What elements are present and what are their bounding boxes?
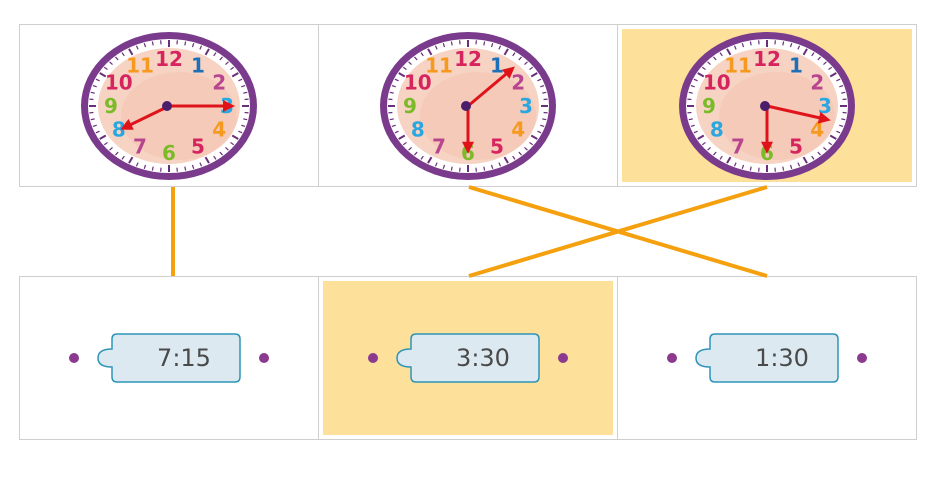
time-card-2[interactable]: 3:30: [319, 277, 618, 439]
clock-card-1[interactable]: 121234567891011: [20, 25, 319, 186]
clock-tick: [90, 117, 95, 120]
clock-center-pin: [461, 100, 471, 111]
clock-tick: [782, 40, 785, 45]
connection-line[interactable]: [468, 185, 768, 278]
time-tag-2: 3:30: [368, 330, 568, 386]
clock-3: 121234567891011: [679, 31, 855, 180]
time-row: 7:15 3:30 1:30: [19, 276, 917, 440]
time-tag-1: 7:15: [69, 330, 269, 386]
clock-number: 1: [490, 53, 504, 77]
time-text: 1:30: [755, 344, 809, 372]
clock-tick: [450, 40, 453, 45]
clock-tick: [542, 117, 547, 120]
connection-line[interactable]: [468, 185, 768, 278]
time-card-3[interactable]: 1:30: [618, 277, 916, 439]
clock-tick: [243, 117, 248, 120]
time-card-1[interactable]: 7:15: [20, 277, 319, 439]
clock-number: 9: [104, 94, 118, 118]
clock-tick: [688, 91, 693, 94]
time-tag-3: 1:30: [667, 330, 867, 386]
clock-number: 6: [162, 141, 176, 165]
clock-number: 7: [731, 134, 745, 158]
clock-number: 4: [212, 117, 226, 141]
clock-number: 12: [155, 47, 183, 71]
clock-number: 2: [212, 70, 226, 94]
clock-tick: [243, 91, 248, 94]
connector-dot-left[interactable]: [368, 353, 378, 363]
clock-row: 121234567891011 121234567891011 12123456…: [19, 24, 917, 187]
clock-center-pin: [760, 100, 770, 111]
clock-1: 121234567891011: [81, 31, 257, 180]
clock-card-2[interactable]: 121234567891011: [319, 25, 618, 186]
clock-number: 1: [191, 53, 205, 77]
clock-tick: [483, 40, 486, 45]
clock-tick: [184, 166, 187, 171]
clock-center-pin: [162, 100, 172, 111]
clock-number: 4: [511, 117, 525, 141]
time-label-box: 7:15: [97, 333, 241, 383]
clock-tick: [151, 166, 154, 171]
clock-number: 12: [753, 47, 781, 71]
clock-tick: [483, 166, 486, 171]
clock-number: 7: [432, 134, 446, 158]
clock-card-3[interactable]: 121234567891011: [618, 25, 916, 186]
clock-number: 9: [403, 94, 417, 118]
clock-number: 11: [425, 53, 453, 77]
clock-tick: [184, 40, 187, 45]
time-label-box: 1:30: [695, 333, 839, 383]
time-text: 3:30: [456, 344, 510, 372]
connector-dot-left[interactable]: [667, 353, 677, 363]
clock-2: 121234567891011: [380, 31, 556, 180]
connector-dot-left[interactable]: [69, 353, 79, 363]
clock-number: 9: [702, 94, 716, 118]
clock-tick: [749, 40, 752, 45]
clock-tick: [450, 166, 453, 171]
clock-number: 7: [133, 134, 147, 158]
clock-tick: [90, 91, 95, 94]
clock-tick: [151, 40, 154, 45]
clock-tick: [389, 91, 394, 94]
clock-tick: [782, 166, 785, 171]
clock-tick: [841, 91, 846, 94]
clock-number: 8: [710, 117, 724, 141]
clock-number: 5: [490, 134, 504, 158]
clock-number: 2: [810, 70, 824, 94]
clock-number: 8: [411, 117, 425, 141]
clock-number: 5: [789, 134, 803, 158]
clock-number: 3: [519, 94, 533, 118]
time-label-box: 3:30: [396, 333, 540, 383]
clock-tick: [841, 117, 846, 120]
clock-tick: [542, 91, 547, 94]
clock-number: 2: [511, 70, 525, 94]
clock-number: 5: [191, 134, 205, 158]
connector-dot-right[interactable]: [259, 353, 269, 363]
clock-number: 11: [724, 53, 752, 77]
time-text: 7:15: [157, 344, 211, 372]
clock-number: 1: [789, 53, 803, 77]
connector-dot-right[interactable]: [558, 353, 568, 363]
clock-tick: [749, 166, 752, 171]
clock-number: 11: [126, 53, 154, 77]
clock-tick: [688, 117, 693, 120]
connector-dot-right[interactable]: [857, 353, 867, 363]
clock-tick: [389, 117, 394, 120]
clock-number: 12: [454, 47, 482, 71]
